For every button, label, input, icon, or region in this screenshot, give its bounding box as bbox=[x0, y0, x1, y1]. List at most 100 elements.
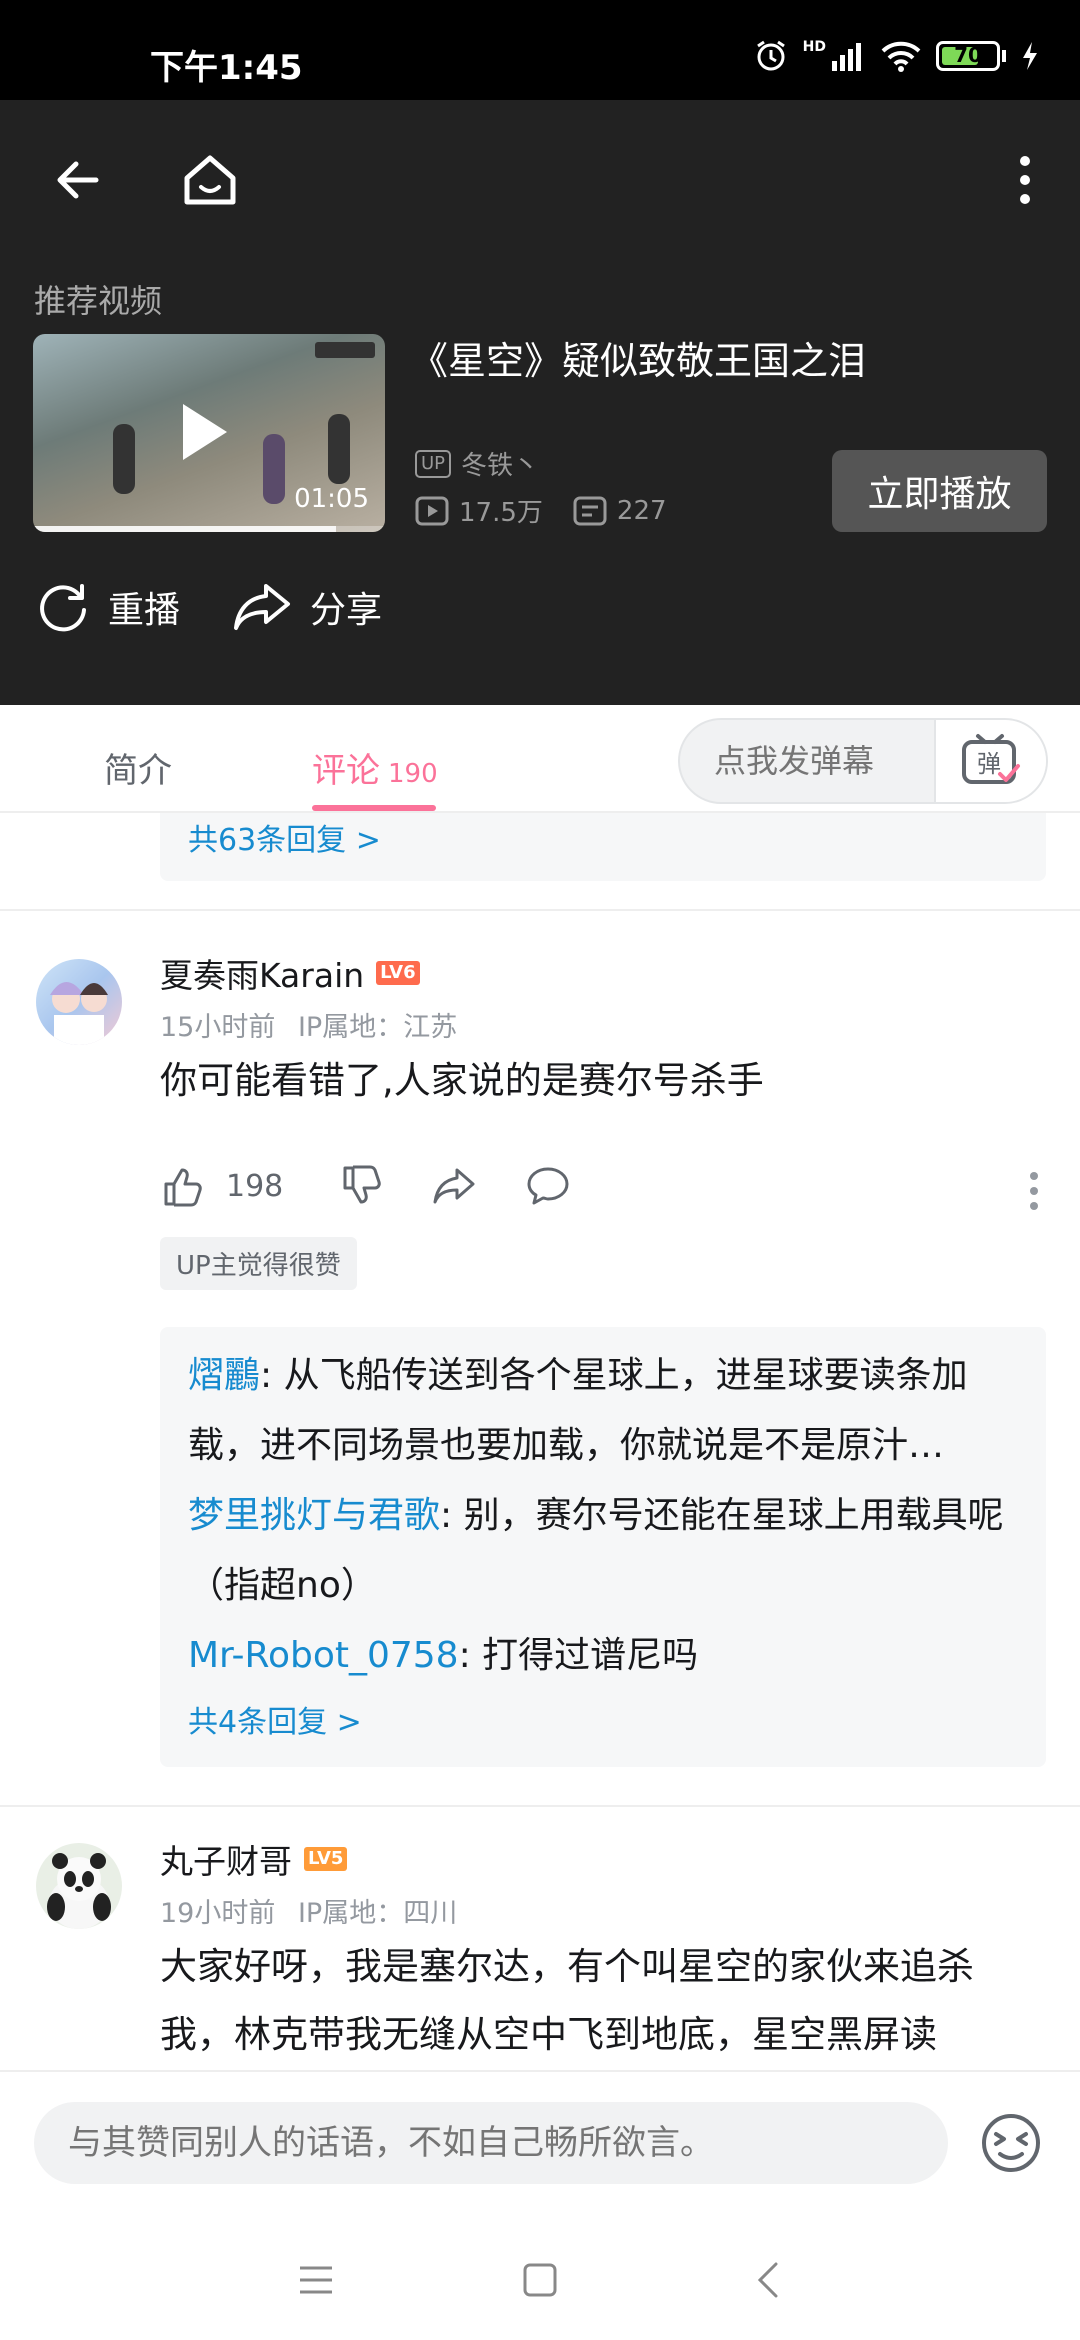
comment-meta: 19小时前 IP属地：四川 bbox=[160, 1891, 457, 1930]
menu-button[interactable] bbox=[286, 2250, 346, 2310]
tab-comments[interactable]: 评论 190 bbox=[312, 743, 438, 792]
reply-text: : 打得过谱尼吗 bbox=[458, 1635, 699, 1676]
comment-item: 夏奏雨Karain LV6 15小时前 IP属地：江苏 你可能看错了,人家说的是… bbox=[0, 909, 1080, 1919]
comment-text: 大家好呀，我是塞尔达，有个叫星空的家伙来追杀我，林克带我无缝从空中飞到地底，星空… bbox=[160, 1945, 974, 2056]
signal-icon bbox=[832, 43, 861, 71]
danmaku-box: 弹 bbox=[678, 718, 1048, 804]
level-badge: LV5 bbox=[304, 1847, 348, 1871]
comment-meta: 15小时前 IP属地：江苏 bbox=[160, 1005, 457, 1044]
square-icon bbox=[523, 2263, 557, 2297]
avatar[interactable] bbox=[36, 1843, 122, 1929]
battery-icon: 70 bbox=[936, 41, 1000, 71]
replay-button[interactable]: 重播 bbox=[36, 580, 180, 634]
tab-bar: 简介 评论 190 弹 bbox=[0, 705, 1080, 813]
thumbnail-figure bbox=[113, 424, 135, 494]
thumbnail-badge bbox=[315, 342, 375, 358]
status-bar: 下午1:45 HD 70 bbox=[0, 0, 1080, 100]
recommend-title[interactable]: 《星空》疑似致敬王国之泪 bbox=[410, 330, 866, 385]
reply-box: 熠鸝: 从飞船传送到各个星球上，进星球要读条加载，进不同场景也要加载，你就说是不… bbox=[160, 1327, 1046, 1767]
more-replies-link[interactable]: 共4条回复 > bbox=[188, 1697, 1018, 1741]
replay-label: 重播 bbox=[108, 590, 181, 631]
reply-item[interactable]: Mr-Robot_0758: 打得过谱尼吗 bbox=[188, 1621, 1018, 1691]
views-icon bbox=[415, 496, 449, 525]
recommend-thumbnail[interactable]: 01:05 bbox=[33, 334, 385, 532]
avatar-illustration bbox=[50, 982, 108, 1045]
danmaku-toggle-button[interactable]: 弹 bbox=[934, 720, 1046, 802]
home-nav-button[interactable] bbox=[510, 2250, 570, 2310]
reply-username[interactable]: Mr-Robot_0758 bbox=[188, 1635, 459, 1676]
like-icon[interactable] bbox=[160, 1164, 204, 1208]
comment-username[interactable]: 丸子财哥 LV5 bbox=[160, 1835, 348, 1883]
battery-cap bbox=[1002, 50, 1006, 62]
uploader-name: 冬铁丶 bbox=[461, 451, 540, 481]
reply-icon[interactable] bbox=[525, 1165, 571, 1207]
back-nav-button[interactable] bbox=[738, 2250, 798, 2310]
comment-time: 15小时前 bbox=[160, 1012, 276, 1043]
chevron-left-icon bbox=[757, 2262, 778, 2298]
status-icons: HD 70 bbox=[753, 38, 1040, 74]
comment-username[interactable]: 夏奏雨Karain LV6 bbox=[160, 949, 420, 997]
danmaku-toggle-label: 弹 bbox=[977, 750, 1001, 778]
view-count: 17.5万 bbox=[459, 498, 543, 528]
menu-icon bbox=[300, 2266, 332, 2294]
share-icon[interactable] bbox=[431, 1166, 477, 1206]
system-nav-bar bbox=[0, 2210, 1080, 2340]
thumbnail-figure bbox=[263, 434, 285, 504]
comment-actions: 198 bbox=[160, 1164, 571, 1208]
avatar[interactable] bbox=[36, 959, 122, 1045]
thumbnail-progress bbox=[33, 526, 385, 532]
like-count: 198 bbox=[226, 1168, 284, 1204]
reply-item[interactable]: 梦里挑灯与君歌: 别，赛尔号还能在星球上用载具呢（指超no） bbox=[188, 1481, 1018, 1621]
battery-text: 70 bbox=[954, 43, 982, 67]
thumbnail-progress-fill bbox=[33, 526, 336, 532]
status-time: 下午1:45 bbox=[150, 48, 303, 88]
emoji-icon[interactable] bbox=[976, 2108, 1046, 2178]
comment-username-text: 丸子财哥 bbox=[160, 1842, 292, 1881]
danmaku-input[interactable] bbox=[680, 720, 936, 802]
back-arrow-icon bbox=[57, 161, 99, 199]
tab-intro[interactable]: 简介 bbox=[104, 743, 172, 792]
comment-text: 你可能看错了,人家说的是赛尔号杀手 bbox=[160, 1059, 764, 1102]
danmaku-toggle-icon: 弹 bbox=[962, 734, 1020, 784]
wifi-icon bbox=[881, 41, 921, 72]
charging-icon bbox=[1023, 42, 1037, 70]
comment-location: IP属地：四川 bbox=[297, 1898, 458, 1929]
more-vertical-icon bbox=[1020, 156, 1030, 204]
comment-location: IP属地：江苏 bbox=[297, 1012, 458, 1043]
player-end-screen: 推荐视频 01:05 《星空》疑似致敬王国之泪 UP 冬铁丶 17.5万 227… bbox=[0, 100, 1080, 705]
comment-input[interactable] bbox=[34, 2102, 948, 2184]
danmaku-count: 227 bbox=[616, 495, 667, 526]
comment-item: 丸子财哥 LV5 19小时前 IP属地：四川 大家好呀，我是塞尔达，有个叫星空的… bbox=[0, 1805, 1080, 2070]
thumbnail-figure bbox=[328, 414, 350, 484]
dislike-icon[interactable] bbox=[339, 1164, 383, 1208]
back-button[interactable] bbox=[38, 140, 118, 220]
previous-reply-box: 共63条回复 > bbox=[160, 813, 1046, 881]
share-button[interactable]: 分享 bbox=[232, 580, 382, 634]
danmaku-count-icon bbox=[573, 496, 607, 525]
reply-username[interactable]: 熠鸝 bbox=[188, 1355, 260, 1396]
alarm-icon bbox=[756, 40, 785, 71]
recommend-label: 推荐视频 bbox=[34, 282, 163, 320]
comment-username-text: 夏奏雨Karain bbox=[160, 956, 365, 995]
home-button[interactable] bbox=[170, 140, 250, 220]
share-label: 分享 bbox=[310, 590, 383, 631]
tab-underline bbox=[312, 805, 436, 811]
reply-username[interactable]: 梦里挑灯与君歌 bbox=[188, 1495, 440, 1536]
stats-row: 17.5万 227 bbox=[415, 492, 667, 529]
comment-time: 19小时前 bbox=[160, 1898, 276, 1929]
more-button[interactable] bbox=[985, 140, 1065, 220]
more-replies-link[interactable]: 共63条回复 > bbox=[188, 815, 381, 859]
play-now-button[interactable]: 立即播放 bbox=[832, 450, 1047, 532]
up-liked-tag: UP主觉得很赞 bbox=[160, 1237, 357, 1290]
tab-comments-count: 190 bbox=[388, 759, 438, 789]
reply-item[interactable]: 熠鸝: 从飞船传送到各个星球上，进星球要读条加载，进不同场景也要加载，你就说是不… bbox=[188, 1341, 1018, 1481]
reply-text: : 从飞船传送到各个星球上，进星球要读条加载，进不同场景也要加载，你就说是不是原… bbox=[188, 1355, 968, 1466]
replay-icon bbox=[40, 584, 86, 632]
video-duration: 01:05 bbox=[294, 484, 369, 514]
level-badge: LV6 bbox=[376, 961, 420, 985]
uploader-row: UP 冬铁丶 bbox=[415, 445, 539, 482]
comment-list: 共63条回复 > 夏奏雨Karain LV6 15小时前 IP属地：江苏 你可能… bbox=[0, 813, 1080, 2070]
play-icon bbox=[183, 404, 227, 460]
comment-more-icon[interactable] bbox=[1028, 1171, 1040, 1211]
home-icon bbox=[184, 155, 236, 205]
